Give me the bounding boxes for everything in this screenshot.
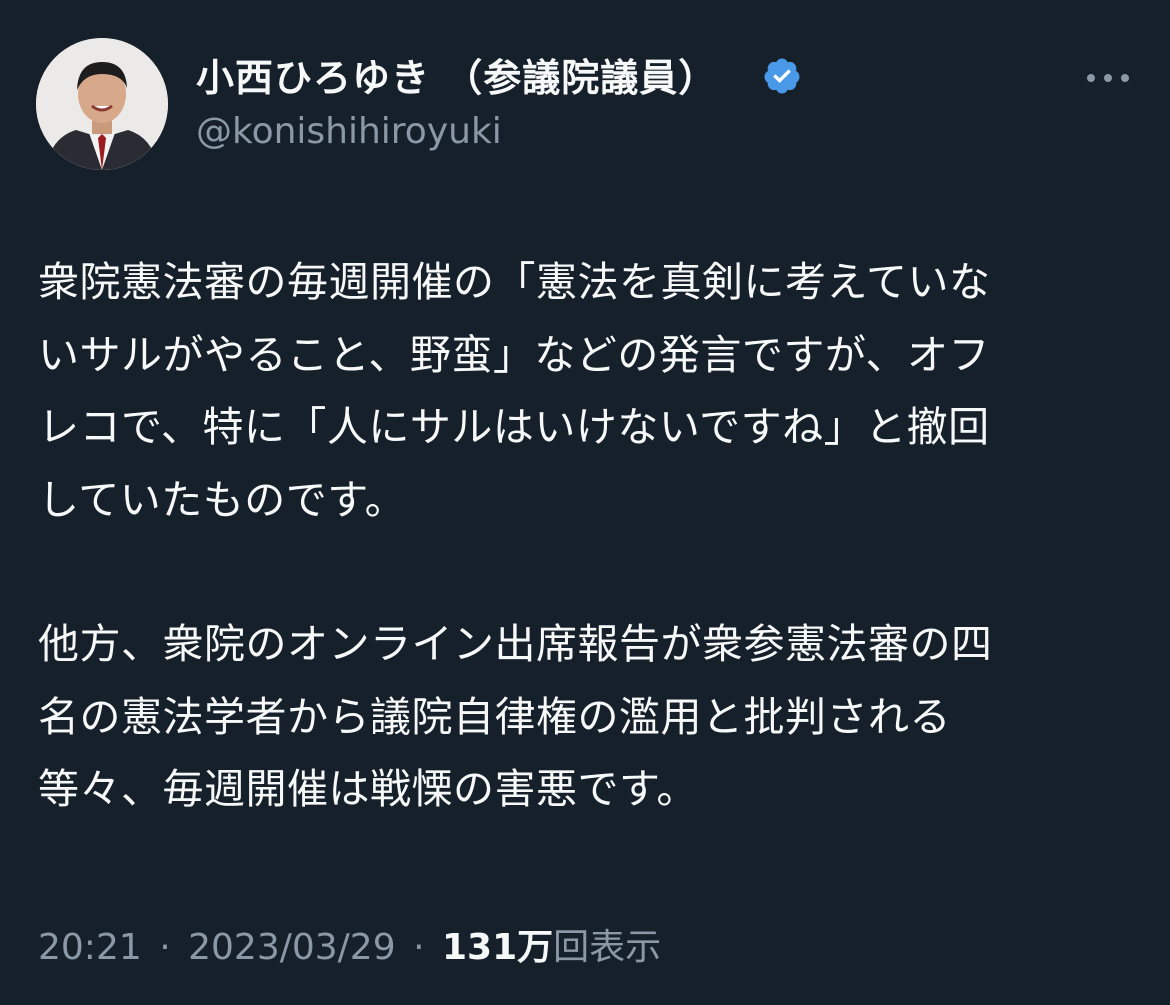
- tweet-paragraph: 他方、衆院のオンライン出席報告が衆参憲法審の四 名の憲法学者から議院自律権の濫用…: [38, 620, 993, 813]
- views-count[interactable]: 131万: [442, 927, 553, 968]
- tweet-time[interactable]: 20:21: [38, 927, 142, 968]
- verified-badge-icon: [764, 58, 800, 94]
- avatar[interactable]: [36, 38, 168, 170]
- meta-separator: ·: [413, 927, 425, 968]
- tweet-text: 衆院憲法審の毎週開催の「憲法を真剣に考えていな いサルがやること、野蛮」などの発…: [38, 246, 1138, 826]
- author-handle[interactable]: @konishihiroyuki: [196, 108, 502, 156]
- tweet: 小西ひろゆき （参議院議員） @konishihiroyuki 衆院憲法審の毎週…: [0, 0, 1170, 1005]
- tweet-date[interactable]: 2023/03/29: [188, 927, 396, 968]
- tweet-paragraph: 衆院憲法審の毎週開催の「憲法を真剣に考えていな いサルがやること、野蛮」などの発…: [38, 258, 991, 524]
- views-label: 回表示: [553, 927, 662, 968]
- author-display-name[interactable]: 小西ひろゆき （参議院議員）: [196, 52, 717, 104]
- tweet-meta: 20:21 · 2023/03/29 · 131万回表示: [38, 920, 661, 976]
- more-options-icon[interactable]: [1082, 58, 1134, 98]
- meta-separator: ·: [159, 927, 171, 968]
- profile-photo: [36, 38, 168, 170]
